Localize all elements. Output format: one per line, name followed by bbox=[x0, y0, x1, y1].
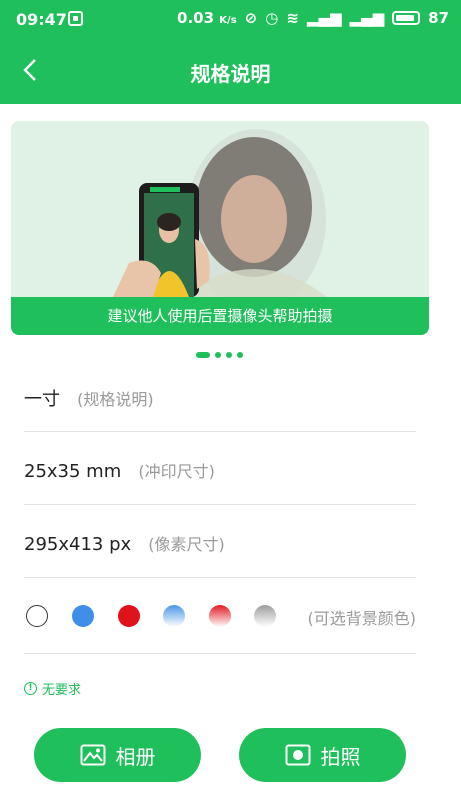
color-swatch-gray-gradient[interactable] bbox=[254, 605, 276, 627]
print-size-label: (冲印尺寸) bbox=[138, 462, 215, 481]
banner-caption: 建议他人使用后置摄像头帮助拍摄 bbox=[11, 297, 429, 335]
take-photo-button[interactable]: 拍照 bbox=[239, 728, 406, 782]
carousel-dot bbox=[226, 352, 232, 358]
alarm-icon: ◷ bbox=[265, 9, 279, 27]
signal-icon-2: ▂▄▆ bbox=[349, 9, 385, 27]
spec-name-value: 一寸 bbox=[24, 389, 60, 410]
album-button-label: 相册 bbox=[115, 744, 156, 769]
carousel-dot bbox=[196, 352, 210, 358]
battery-level: 87 bbox=[428, 9, 449, 27]
pixel-size-value: 295x413 px bbox=[24, 534, 132, 555]
app-header: 09:47 0.03 K/s ⊘ ◷ ≋ ▂▄▆ ▂▄▆ 87 规格说明 bbox=[0, 0, 461, 104]
image-icon bbox=[80, 744, 105, 766]
wifi-icon: ≋ bbox=[286, 9, 299, 27]
spec-name-label: (规格说明) bbox=[77, 390, 154, 409]
background-colors-label: (可选背景颜色) bbox=[307, 609, 417, 628]
color-swatch-blue-gradient[interactable] bbox=[163, 605, 185, 627]
color-swatch-blue[interactable] bbox=[72, 605, 94, 627]
carousel-dot bbox=[215, 352, 221, 358]
color-swatch-red-gradient[interactable] bbox=[209, 605, 231, 627]
requirement-note: ! 无要求 bbox=[24, 679, 81, 698]
pixel-size-label: (像素尺寸) bbox=[148, 535, 225, 554]
status-bar: 09:47 0.03 K/s ⊘ ◷ ≋ ▂▄▆ ▂▄▆ 87 bbox=[0, 0, 461, 40]
network-speed: 0.03 K/s bbox=[177, 9, 237, 27]
info-icon: ! bbox=[24, 682, 37, 695]
spec-row-pixel-size: 295x413 px (像素尺寸) bbox=[24, 505, 416, 578]
spec-row-print-size: 25x35 mm (冲印尺寸) bbox=[24, 432, 416, 505]
color-swatch-red[interactable] bbox=[118, 605, 140, 627]
spec-row-name: 一寸 (规格说明) bbox=[24, 366, 416, 432]
take-photo-button-label: 拍照 bbox=[320, 744, 361, 769]
album-button[interactable]: 相册 bbox=[34, 728, 201, 782]
status-time: 09:47 bbox=[16, 10, 67, 29]
battery-icon bbox=[392, 11, 421, 25]
status-icons: 0.03 K/s ⊘ ◷ ≋ ▂▄▆ ▂▄▆ 87 bbox=[177, 9, 449, 27]
print-size-value: 25x35 mm bbox=[24, 461, 122, 482]
page-title: 规格说明 bbox=[190, 62, 271, 86]
notification-icon bbox=[68, 11, 83, 26]
signal-icon-1: ▂▄▆ bbox=[306, 9, 342, 27]
network-speed-unit: K/s bbox=[219, 15, 237, 26]
camera-icon bbox=[285, 744, 310, 766]
banner-illustration bbox=[11, 121, 429, 297]
network-speed-value: 0.03 bbox=[177, 9, 215, 27]
mute-icon: ⊘ bbox=[244, 9, 258, 27]
color-swatch-white[interactable] bbox=[26, 605, 48, 627]
example-banner: 建议他人使用后置摄像头帮助拍摄 bbox=[11, 121, 429, 335]
background-color-row: (可选背景颜色) bbox=[24, 578, 416, 654]
carousel-dot bbox=[237, 352, 243, 358]
requirement-text: 无要求 bbox=[42, 683, 82, 698]
carousel-indicator bbox=[196, 352, 243, 358]
